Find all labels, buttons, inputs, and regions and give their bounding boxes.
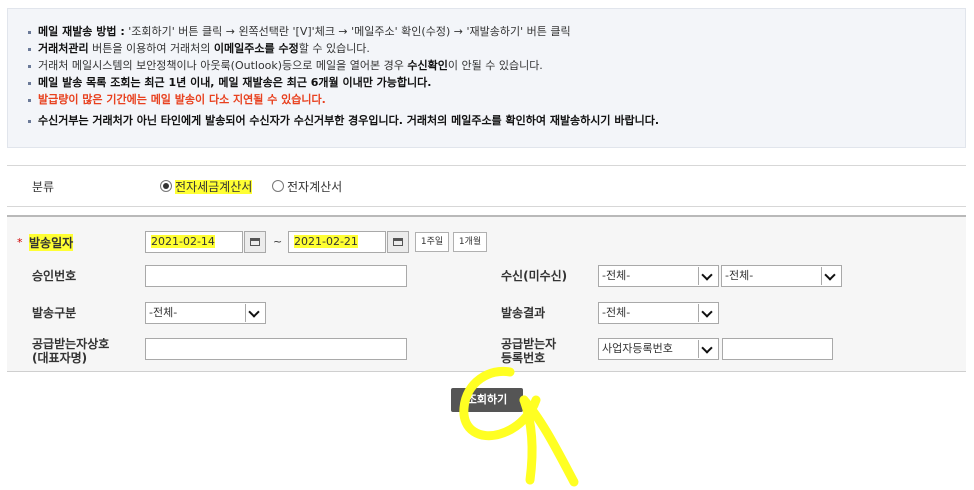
radio-icon[interactable] xyxy=(272,180,284,192)
send-result-label: 발송결과 xyxy=(501,306,546,320)
recipient-name-input[interactable] xyxy=(145,338,407,360)
receive-status-label: 수신(미수신) xyxy=(501,269,568,283)
approval-number-label: 승인번호 xyxy=(32,269,77,283)
category-option-tax-invoice[interactable]: 전자세금계산서 xyxy=(160,178,253,195)
notice-item: 메일 재발송 방법 : '조회하기' 버튼 클릭 → 왼쪽선택란 '[V]'체크… xyxy=(28,23,965,40)
annotation-scribble-icon xyxy=(459,366,579,487)
receive-status-select-2[interactable]: -전체- xyxy=(721,265,842,287)
radio-selected-icon[interactable] xyxy=(160,180,172,192)
receive-status-select[interactable]: -전체- xyxy=(598,265,719,287)
send-type-select[interactable]: -전체- xyxy=(145,302,266,324)
notice-item: 메일 발송 목록 조회는 최근 1년 이내, 메일 재발송은 최근 6개월 이내… xyxy=(28,74,965,91)
send-type-label: 발송구분 xyxy=(32,306,77,320)
date-from-input[interactable]: 2021-02-14 xyxy=(145,231,243,253)
calendar-icon[interactable] xyxy=(244,231,266,253)
chevron-down-icon xyxy=(698,304,717,322)
category-option-invoice[interactable]: 전자계산서 xyxy=(272,178,342,195)
notice-item: 발급량이 많은 기간에는 메일 발송이 다소 지연될 수 있습니다. xyxy=(28,91,965,108)
chevron-down-icon xyxy=(245,304,264,322)
chevron-down-icon xyxy=(698,340,717,358)
reg-type-select[interactable]: 사업자등록번호 xyxy=(598,338,719,360)
notice-box: 메일 재발송 방법 : '조회하기' 버튼 클릭 → 왼쪽선택란 '[V]'체크… xyxy=(7,8,966,148)
recipient-name-sublabel: (대표자명) xyxy=(32,351,88,365)
chevron-down-icon xyxy=(698,267,717,285)
required-mark: * xyxy=(17,236,23,249)
send-result-select[interactable]: -전체- xyxy=(598,302,719,324)
category-label: 분류 xyxy=(32,180,55,194)
one-week-button[interactable]: 1주일 xyxy=(415,232,449,252)
approval-number-input[interactable] xyxy=(145,265,407,287)
one-month-button[interactable]: 1개월 xyxy=(453,232,487,252)
category-section: 분류 전자세금계산서 전자계산서 xyxy=(7,165,966,207)
reg-number-input[interactable] xyxy=(722,338,833,360)
calendar-icon[interactable] xyxy=(387,231,409,253)
notice-item: 거래처 메일시스템의 보안정책이나 아웃룩(Outlook)등으로 메일을 열어… xyxy=(28,57,965,74)
search-form: * 발송일자 2021-02-14 ~ 2021-02-21 1주일 1개월 승… xyxy=(7,215,966,372)
notice-item: 거래처관리 버튼을 이용하여 거래처의 이메일주소를 수정할 수 있습니다. xyxy=(28,40,965,57)
notice-item: 수신거부는 거래처가 아닌 타인에게 발송되어 수신자가 수신거부한 경우입니다… xyxy=(28,112,965,129)
date-separator: ~ xyxy=(273,235,283,248)
date-to-input[interactable]: 2021-02-21 xyxy=(288,231,386,253)
chevron-down-icon xyxy=(821,267,840,285)
send-date-label: 발송일자 xyxy=(29,234,74,251)
